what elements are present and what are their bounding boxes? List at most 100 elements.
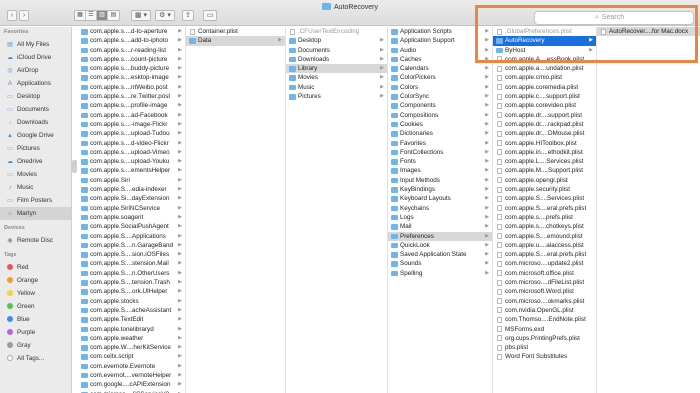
list-item[interactable]: Keyboard Layouts ▶: [388, 194, 492, 203]
sidebar-scroll-handle[interactable]: [72, 160, 77, 173]
list-item[interactable]: Desktop ▶: [286, 36, 387, 45]
list-item[interactable]: com.apple.s....d-video-Flickr ▶: [78, 139, 185, 148]
list-item[interactable]: com.apple.s....buddy-picture ▶: [78, 64, 185, 73]
sidebar-item[interactable]: ▭ Pictures: [0, 142, 71, 155]
list-item[interactable]: com.google....cAPIExtension ▶: [78, 380, 185, 389]
sidebar-tag-item[interactable]: Gray: [0, 339, 71, 352]
sidebar-tag-item[interactable]: Red: [0, 261, 71, 274]
action-button[interactable]: ⚙ ▾: [155, 10, 175, 21]
list-item[interactable]: com.Thomso....EndNote.plist: [493, 315, 596, 324]
list-item[interactable]: Preferences ▶: [388, 231, 492, 241]
list-item[interactable]: com.evernot....vernoteHelper ▶: [78, 371, 185, 380]
list-item[interactable]: Favorites ▶: [388, 139, 492, 148]
list-item[interactable]: com.apple.SiriNCService ▶: [78, 204, 185, 213]
list-item[interactable]: AutoRecovery ▶: [493, 36, 596, 46]
list-item[interactable]: com.apple.s....ntWeibo.post ▶: [78, 83, 185, 92]
list-item[interactable]: QuickLook ▶: [388, 241, 492, 250]
list-item[interactable]: Pictures ▶: [286, 92, 387, 101]
list-item[interactable]: com.apple.s....r-reading-list ▶: [78, 46, 185, 55]
list-item[interactable]: Audio ▶: [388, 46, 492, 55]
list-item[interactable]: com.apple.s....-image-Flickr ▶: [78, 120, 185, 129]
list-item[interactable]: Saved Application State ▶: [388, 250, 492, 259]
list-item[interactable]: Components ▶: [388, 101, 492, 110]
sidebar-item[interactable]: ▲ Google Drive: [0, 129, 71, 142]
list-item[interactable]: com.apple.u....alaccess.plist: [493, 241, 596, 250]
list-item[interactable]: com.microsoft.Word.plist: [493, 287, 596, 296]
sidebar-device-item[interactable]: ◉ Remote Disc: [0, 234, 71, 247]
list-item[interactable]: org.cups.PrintingPrefs.plist: [493, 334, 596, 343]
list-item[interactable]: Application Support ▶: [388, 36, 492, 45]
share-button[interactable]: ⇪: [182, 10, 194, 21]
list-item[interactable]: Movies ▶: [286, 73, 387, 82]
list-item[interactable]: com.microso....dFileList.plist: [493, 278, 596, 287]
sidebar-item[interactable]: ▭ Desktop: [0, 90, 71, 103]
list-item[interactable]: com.microso....okmarks.plist: [493, 297, 596, 306]
list-item[interactable]: com.apple.dr....rackpad.plist: [493, 120, 596, 129]
list-item[interactable]: Dictionaries ▶: [388, 129, 492, 138]
list-item[interactable]: com.apple.HIToolbox.plist: [493, 139, 596, 148]
list-item[interactable]: com.apple.S....Applications ▶: [78, 232, 185, 241]
list-item[interactable]: Data ▶: [186, 36, 285, 46]
list-item[interactable]: pbs.plist: [493, 343, 596, 352]
list-item[interactable]: com.apple.dr....DMouse.plist: [493, 129, 596, 138]
list-item[interactable]: Spelling ▶: [388, 269, 492, 278]
list-item[interactable]: com.apple.A....essBook.plist: [493, 55, 596, 64]
sidebar-item[interactable]: ▭ Film Posters: [0, 194, 71, 207]
list-item[interactable]: Keychains ▶: [388, 204, 492, 213]
list-item[interactable]: com.microsoft.office.plist: [493, 269, 596, 278]
cover-flow-button[interactable]: ▤: [108, 11, 119, 20]
list-item[interactable]: com.apple.s....ementsHelper ▶: [78, 166, 185, 175]
list-view-button[interactable]: ☰: [86, 11, 97, 20]
list-item[interactable]: com.apple.S....tension.Trash ▶: [78, 278, 185, 287]
list-item[interactable]: com.apple.soagent ▶: [78, 213, 185, 222]
list-item[interactable]: com.apple.tonelibraryd ▶: [78, 325, 185, 334]
list-item[interactable]: com.apple.M....Support.plist: [493, 166, 596, 175]
list-item[interactable]: com.apple.S....eral.prefs.plist: [493, 250, 596, 259]
list-item[interactable]: com.apple.in....ethodkit.plist: [493, 148, 596, 157]
list-item[interactable]: com.apple.s....ad-Facebook ▶: [78, 111, 185, 120]
list-item[interactable]: com.apple.S....stension.Mail ▶: [78, 259, 185, 268]
list-item[interactable]: Application Scripts ▶: [388, 27, 492, 36]
sidebar-tag-item[interactable]: Yellow: [0, 287, 71, 300]
list-item[interactable]: .GlobalPreferences.plist: [493, 27, 596, 36]
list-item[interactable]: Mail ▶: [388, 222, 492, 231]
list-item[interactable]: com.apple.TextEdit ▶: [78, 315, 185, 324]
list-item[interactable]: com.evernote.Evernote ▶: [78, 362, 185, 371]
sidebar-item[interactable]: ▤ All My Files: [0, 38, 71, 51]
list-item[interactable]: Compositions ▶: [388, 111, 492, 120]
list-item[interactable]: com.microso....6SServiceV2▶: [78, 390, 185, 393]
list-item[interactable]: Downloads ▶: [286, 55, 387, 64]
list-item[interactable]: com.apple.weather ▶: [78, 334, 185, 343]
list-item[interactable]: com.apple.s....upload-Vimeo ▶: [78, 148, 185, 157]
list-item[interactable]: Sounds ▶: [388, 259, 492, 268]
list-item[interactable]: ByHost ▶: [493, 46, 596, 55]
sidebar-item[interactable]: ↓ Downloads: [0, 116, 71, 129]
list-item[interactable]: ColorPickers ▶: [388, 73, 492, 82]
list-item[interactable]: com.apple.S....n.OtherUsers ▶: [78, 269, 185, 278]
list-item[interactable]: com.apple.Siri ▶: [78, 176, 185, 185]
list-item[interactable]: Caches ▶: [388, 55, 492, 64]
list-item[interactable]: Documents ▶: [286, 46, 387, 55]
forward-button[interactable]: ›: [19, 10, 29, 21]
list-item[interactable]: com.apple.S....emound.plist: [493, 232, 596, 241]
list-item[interactable]: com.apple.s....count-picture ▶: [78, 55, 185, 64]
list-item[interactable]: com.apple.s....esktop-image ▶: [78, 73, 185, 82]
list-item[interactable]: com.apple.s....upload-Youku ▶: [78, 157, 185, 166]
list-item[interactable]: com.apple.S....Services.plist: [493, 194, 596, 203]
list-item[interactable]: com.apple.S....ork.UIHelper ▶: [78, 287, 185, 296]
list-item[interactable]: com.apple.s....profile-image ▶: [78, 101, 185, 110]
sidebar-item[interactable]: ▭ Movies: [0, 168, 71, 181]
list-item[interactable]: AutoRecover....for Mac.docx: [597, 27, 700, 37]
sidebar-item[interactable]: ☁ Onedrive: [0, 155, 71, 168]
column-view-button[interactable]: ▥: [97, 11, 108, 20]
list-item[interactable]: com.apple.s....re.Twitter.post ▶: [78, 92, 185, 101]
icon-view-button[interactable]: ▦: [75, 11, 86, 20]
list-item[interactable]: com.microso....update2.plist: [493, 259, 596, 268]
list-item[interactable]: com.apple.S....acheAssistant ▶: [78, 306, 185, 315]
list-item[interactable]: Images ▶: [388, 166, 492, 175]
list-item[interactable]: MSForms.exd: [493, 325, 596, 334]
sidebar-item[interactable]: ⌂ Martyn: [0, 207, 71, 220]
list-item[interactable]: Logs ▶: [388, 213, 492, 222]
list-item[interactable]: com.apple.stocks ▶: [78, 297, 185, 306]
sidebar-tag-item[interactable]: Green: [0, 300, 71, 313]
